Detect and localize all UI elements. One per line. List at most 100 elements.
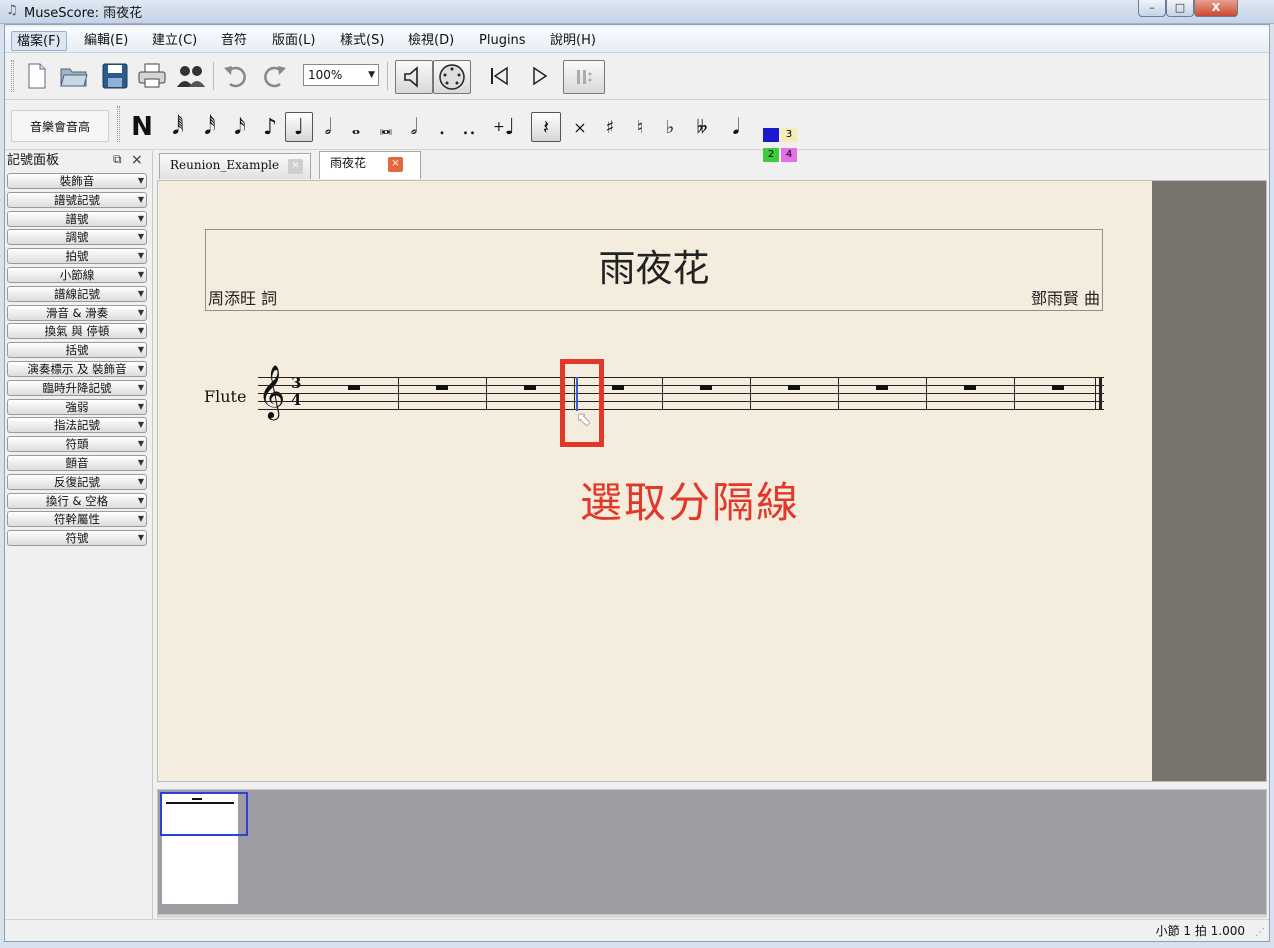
time-signature[interactable]: 3 4 — [291, 375, 301, 409]
palette-section[interactable]: 符幹屬性 ▼ — [7, 511, 147, 528]
new-file-icon[interactable] — [25, 62, 49, 90]
lyricist-text[interactable]: 周添旺 詞 — [208, 285, 277, 309]
treble-clef[interactable]: 𝄞 — [258, 361, 285, 421]
undo-icon[interactable] — [221, 62, 251, 90]
toolbar-grip[interactable] — [11, 60, 14, 92]
note-eighth-button[interactable]: ♪ — [257, 112, 283, 142]
parts-icon[interactable] — [175, 62, 207, 90]
tab-reunion-example[interactable]: Reunion_Example × — [159, 153, 311, 179]
horizontal-scrollbar[interactable] — [157, 915, 1267, 918]
barline[interactable] — [1014, 377, 1015, 410]
palette-section[interactable]: 括號 ▼ — [7, 342, 147, 359]
repeat-icon[interactable] — [563, 60, 605, 94]
measure-rest[interactable] — [788, 385, 800, 390]
palette-section[interactable]: 顫音 ▼ — [7, 454, 147, 471]
final-barline[interactable] — [1099, 377, 1102, 410]
measure-rest[interactable] — [700, 385, 712, 390]
barline[interactable] — [486, 377, 487, 410]
palette-section[interactable]: 小節線 ▼ — [7, 266, 147, 283]
voice-3-button[interactable]: 3 — [781, 128, 797, 142]
rest-button[interactable]: 𝄽 — [531, 112, 561, 142]
zoom-select[interactable]: 100% ▼ — [303, 64, 379, 86]
flip-direction-button[interactable]: 𝅘𝅥 — [723, 112, 749, 142]
palette-section[interactable]: 演奏標示 及 裝飾音 ▼ — [7, 360, 147, 377]
barline[interactable] — [398, 377, 399, 410]
palette-section[interactable]: 譜號 ▼ — [7, 210, 147, 227]
score-canvas[interactable]: 雨夜花 周添旺 詞 鄧雨賢 曲 Flute 𝄞 3 4 ⬉ 選取分隔線 — [157, 180, 1267, 782]
double-dot-button[interactable]: .. — [457, 112, 481, 142]
palette-section[interactable]: 臨時升降記號 ▼ — [7, 379, 147, 396]
double-flat-button[interactable]: 𝄫 — [689, 112, 715, 142]
tie-button[interactable]: + ♩ — [489, 112, 519, 142]
palette-section[interactable]: 指法記號 ▼ — [7, 417, 147, 434]
barline[interactable] — [926, 377, 927, 410]
speaker-icon[interactable] — [395, 60, 433, 94]
palette-section[interactable]: 譜線記號 ▼ — [7, 285, 147, 302]
barline[interactable] — [750, 377, 751, 410]
palette-section[interactable]: 調號 ▼ — [7, 229, 147, 246]
palette-section[interactable]: 譜號記號 ▼ — [7, 191, 147, 208]
dot-button[interactable]: . — [433, 112, 451, 142]
palette-section[interactable]: 裝飾音 ▼ — [7, 173, 147, 189]
measure-rest[interactable] — [1052, 385, 1064, 390]
close-icon[interactable]: × — [288, 159, 303, 174]
menu-help[interactable]: 說明(H) — [545, 31, 601, 51]
palette-section[interactable]: 拍號 ▼ — [7, 248, 147, 265]
measure-rest[interactable] — [612, 385, 624, 390]
measure-rest[interactable] — [348, 385, 360, 390]
close-icon[interactable]: × — [131, 152, 143, 168]
note-quarter-button[interactable]: ♩ — [285, 112, 313, 142]
double-sharp-button[interactable]: × — [569, 112, 591, 142]
palette-section[interactable]: 換氣 與 停頓 ▼ — [7, 323, 147, 340]
midi-input-icon[interactable] — [433, 60, 471, 94]
menu-style[interactable]: 樣式(S) — [335, 31, 389, 51]
menu-plugins[interactable]: Plugins — [474, 31, 531, 51]
sharp-button[interactable]: ♯ — [599, 112, 621, 142]
play-icon[interactable] — [525, 62, 553, 90]
navigator-viewport[interactable] — [160, 792, 248, 836]
note-input-mode-button[interactable]: N — [127, 112, 157, 142]
menu-notes[interactable]: 音符 — [216, 31, 252, 51]
close-window-button[interactable]: X — [1194, 0, 1238, 17]
redo-icon[interactable] — [259, 62, 289, 90]
open-file-icon[interactable] — [59, 62, 89, 90]
float-icon[interactable]: ⧉ — [113, 152, 122, 167]
natural-button[interactable]: ♮ — [629, 112, 651, 142]
palette-section[interactable]: 滑音 & 滑奏 ▼ — [7, 304, 147, 321]
measure-rest[interactable] — [524, 385, 536, 390]
menu-layout[interactable]: 版面(L) — [267, 31, 320, 51]
flat-button[interactable]: ♭ — [659, 112, 681, 142]
measure-rest[interactable] — [964, 385, 976, 390]
final-barline-thin[interactable] — [1095, 377, 1096, 410]
note-longa-button[interactable]: 𝅗𝅥 — [403, 112, 425, 142]
close-icon[interactable]: × — [388, 157, 403, 172]
voice-1-button[interactable]: 1 — [763, 128, 779, 142]
menu-file[interactable]: 檔案(F) — [11, 31, 67, 51]
note-whole-button[interactable]: 𝅝 — [345, 112, 367, 142]
menu-edit[interactable]: 編輯(E) — [79, 31, 133, 51]
menu-create[interactable]: 建立(C) — [147, 31, 202, 51]
resize-grip-icon[interactable]: ⋰ — [1255, 927, 1265, 938]
toolbar-grip[interactable] — [117, 106, 120, 142]
barline[interactable] — [838, 377, 839, 410]
note-64th-button[interactable]: 𝅘𝅥𝅰 — [197, 112, 223, 142]
save-icon[interactable] — [101, 62, 129, 90]
note-128th-button[interactable]: 𝅘𝅥𝅱 — [165, 112, 191, 142]
tab-rain-night-flower[interactable]: 雨夜花 × — [319, 151, 421, 179]
title-frame[interactable]: 雨夜花 周添旺 詞 鄧雨賢 曲 — [205, 229, 1103, 311]
note-half-button[interactable]: 𝅗𝅥 — [317, 112, 339, 142]
palette-section[interactable]: 強弱 ▼ — [7, 398, 147, 415]
composer-text[interactable]: 鄧雨賢 曲 — [1031, 285, 1100, 309]
score-title[interactable]: 雨夜花 — [206, 238, 1102, 292]
concert-pitch-button[interactable]: 音樂會音高 — [11, 110, 109, 142]
menu-display[interactable]: 檢視(D) — [403, 31, 459, 51]
palette-section[interactable]: 符號 ▼ — [7, 530, 147, 547]
measure-rest[interactable] — [876, 385, 888, 390]
maximize-button[interactable]: □ — [1166, 0, 1194, 17]
rewind-icon[interactable] — [485, 62, 513, 90]
barline[interactable] — [662, 377, 663, 410]
instrument-name[interactable]: Flute — [204, 387, 246, 406]
measure-rest[interactable] — [436, 385, 448, 390]
note-32nd-button[interactable]: 𝅘𝅥𝅯 — [227, 112, 253, 142]
palette-section[interactable]: 反復記號 ▼ — [7, 473, 147, 490]
